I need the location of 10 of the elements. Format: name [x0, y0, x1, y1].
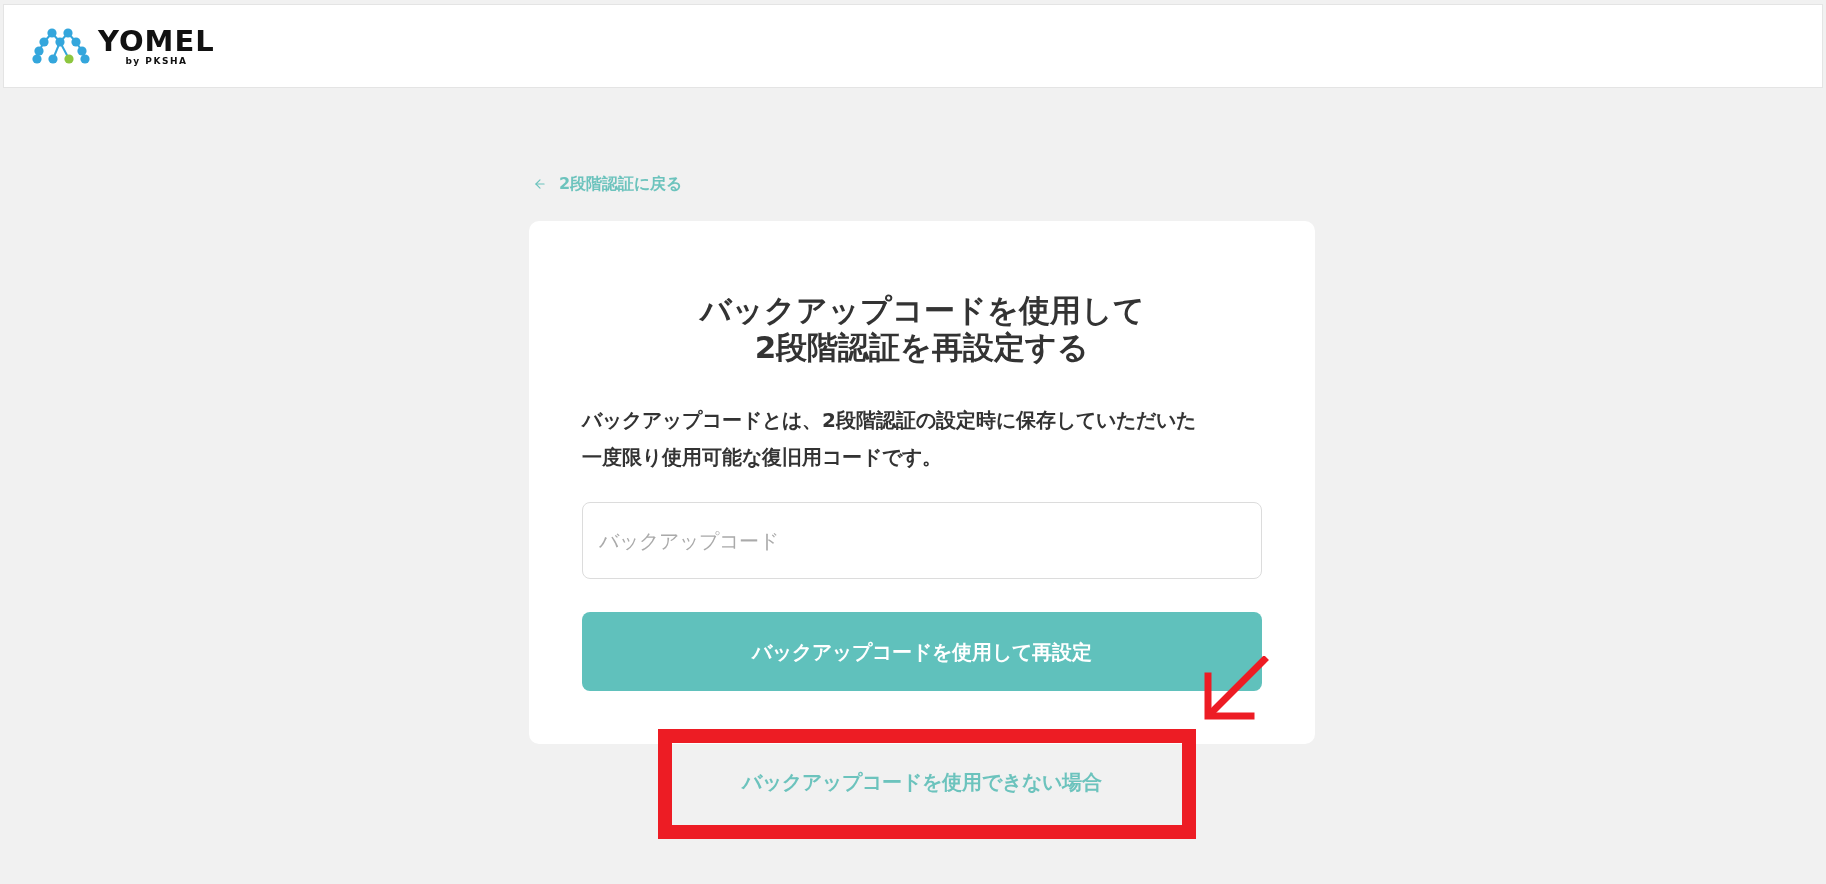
back-link[interactable]: 2段階認証に戻る [529, 172, 683, 196]
logo-wordmark: YOMEL [98, 26, 215, 56]
reset-button[interactable]: バックアップコードを使用して再設定 [582, 612, 1262, 691]
backup-code-field[interactable]: バックアップコード [582, 502, 1262, 579]
logo-byline: by PKSHA [125, 56, 188, 66]
logo-mark-icon [32, 28, 90, 64]
card-description: バックアップコードとは、2段階認証の設定時に保存していただいた一度限り使用可能な復旧用コードです。 [582, 407, 1197, 471]
back-arrow-icon [533, 177, 547, 191]
card-title: バックアップコードを使用して2段階認証を再設定する [698, 292, 1146, 366]
cannot-use-code-link[interactable]: バックアップコードを使用できない場合 [742, 769, 1102, 795]
